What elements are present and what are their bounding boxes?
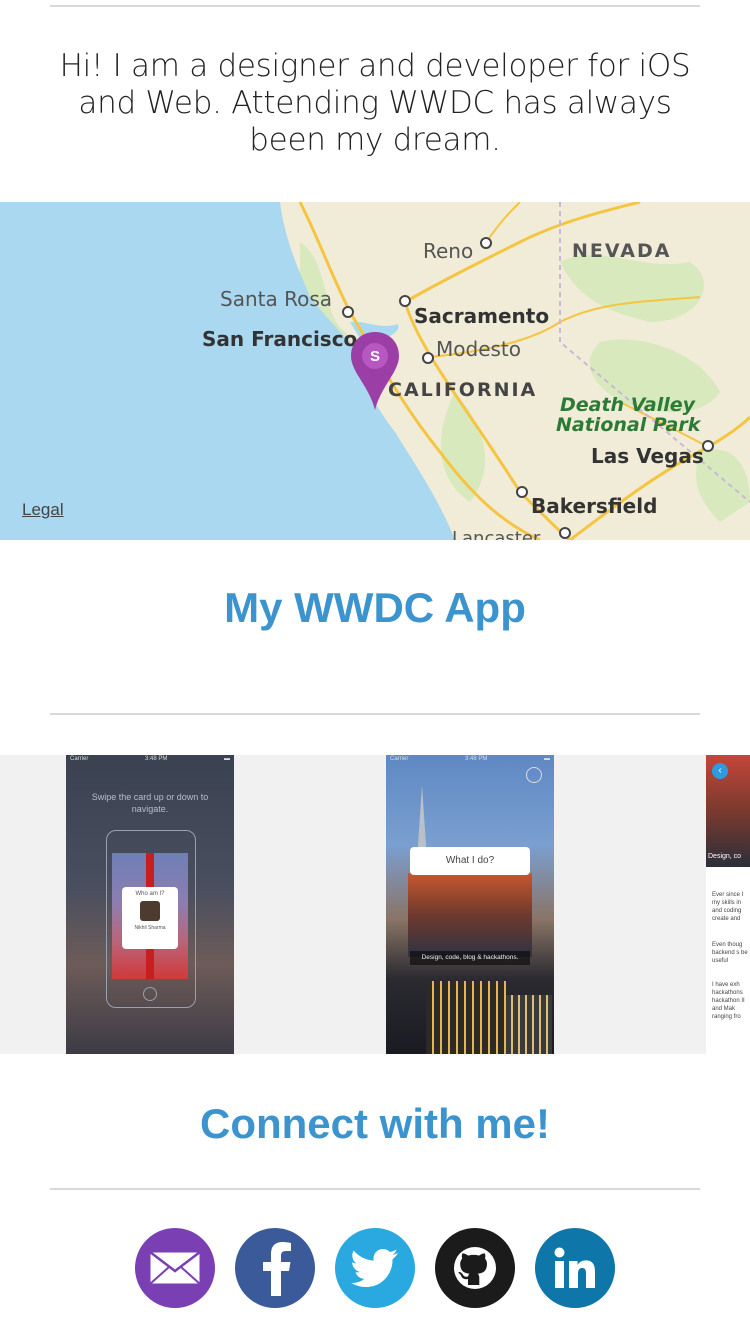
location-map[interactable]: Reno NEVADA Santa Rosa Sacramento San Fr… <box>0 202 750 540</box>
app-screenshot-gallery[interactable]: Carrier 3:48 PM ▬ Swipe the card up or dow… <box>0 755 750 1054</box>
buildings-2 <box>506 995 552 1054</box>
map-label-bakersfield: Bakersfield <box>531 494 658 518</box>
screen3-caption: Design, co <box>708 853 742 860</box>
map-pin-badge: S <box>362 343 388 369</box>
twitter-button[interactable] <box>335 1228 415 1308</box>
screen1-hint: Swipe the card up or down to navigate. <box>91 792 209 814</box>
screen3-para1: Ever since I my skills in and coding cre… <box>712 892 744 922</box>
map-label-california: CALIFORNIA <box>388 379 538 401</box>
caption-bar: Design, code, blog & hackathons. <box>410 951 530 965</box>
linkedin-button[interactable] <box>535 1228 615 1308</box>
app-screenshot-3[interactable]: ‹ Design, co Ever since I my skills in a… <box>706 755 750 1054</box>
app-screenshot-1[interactable]: Carrier 3:48 PM ▬ Swipe the card up or dow… <box>66 755 234 1054</box>
map-label-modesto: Modesto <box>436 337 521 361</box>
twitter-icon <box>351 1249 398 1287</box>
linkedin-icon <box>554 1247 595 1288</box>
map-label-lancaster: Lancaster <box>452 528 541 540</box>
app-screenshot-2[interactable]: Carrier 3:48 PM ▬ What I do? Design, code,… <box>386 755 554 1054</box>
map-pin-letter: S <box>369 347 380 365</box>
facebook-icon <box>263 1242 291 1296</box>
map-label-reno: Reno <box>423 239 474 263</box>
map-label-nevada: NEVADA <box>572 240 672 262</box>
app-divider <box>50 713 700 715</box>
github-button[interactable] <box>435 1228 515 1308</box>
status-bar: Carrier 3:48 PM ▬ <box>390 756 550 762</box>
city-photo <box>408 873 532 957</box>
card-caption: Nikhil Sharma <box>134 925 166 931</box>
email-icon <box>149 1251 201 1285</box>
screen3-para3: I have exh hackathons hackathon II and M… <box>712 982 745 1020</box>
card-title: What I do? <box>445 855 495 866</box>
status-bar: Carrier 3:48 PM ▬ <box>70 756 230 762</box>
map-label-death-valley-1: Death Valley <box>560 394 696 416</box>
phone-screen: Who am I? Nikhil Sharma <box>112 853 188 979</box>
app-section-title: My WWDC App <box>224 584 526 631</box>
top-divider <box>50 5 700 7</box>
buildings <box>426 981 506 1054</box>
caption-text: Design, code, blog & hackathons. <box>421 954 519 961</box>
map-label-las-vegas: Las Vegas <box>591 444 704 468</box>
email-button[interactable] <box>135 1228 215 1308</box>
profile-icon <box>526 767 542 783</box>
connect-title: Connect with me! <box>199 1100 550 1147</box>
card: Who am I? Nikhil Sharma <box>122 887 178 949</box>
card: What I do? <box>410 847 530 875</box>
map-label-death-valley-2: National Park <box>556 414 701 436</box>
map-legal-link[interactable]: Legal <box>22 500 64 520</box>
map-label-san-francisco: San Francisco <box>202 327 358 351</box>
intro-text: Hi! I am a designer and developer for iO… <box>59 48 691 158</box>
map-label-santa-rosa: Santa Rosa <box>220 287 332 311</box>
facebook-button[interactable] <box>235 1228 315 1308</box>
card-title: Who am I? <box>135 891 165 897</box>
map-pin[interactable]: S <box>349 330 401 412</box>
phone-outline: Who am I? Nikhil Sharma <box>106 830 196 1008</box>
github-icon <box>454 1247 496 1289</box>
back-button-icon: ‹ <box>712 763 728 779</box>
connect-divider <box>50 1188 700 1190</box>
home-button <box>143 987 157 1001</box>
screen3-para2: Even thoug backend s be useful <box>712 942 748 964</box>
avatar <box>140 901 160 921</box>
map-label-sacramento: Sacramento <box>414 304 550 328</box>
